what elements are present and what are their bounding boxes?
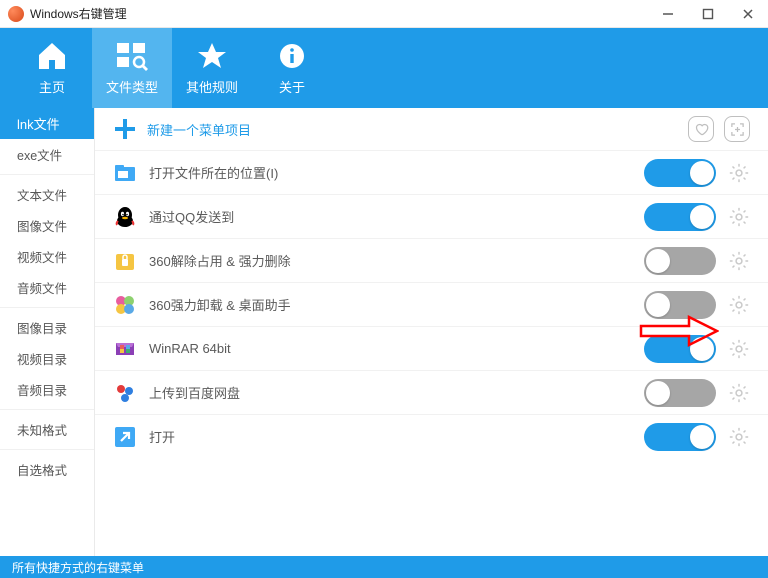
heart-icon [694,122,709,137]
gear-icon[interactable] [728,206,750,228]
gear-icon[interactable] [728,294,750,316]
folder-icon [113,161,137,185]
home-icon [35,41,69,71]
sidebar-item[interactable]: lnk文件 [0,108,94,139]
toggle-knob [646,293,670,317]
minimize-button[interactable] [648,0,688,28]
gear-icon[interactable] [728,338,750,360]
nav-other-rules[interactable]: 其他规则 [172,28,252,108]
toggle-switch[interactable] [644,423,716,451]
sidebar: lnk文件 exe文件 文本文件 图像文件 视频文件 音频文件 图像目录 视频目… [0,108,95,556]
nav-filetype[interactable]: 文件类型 [92,28,172,108]
app-icon [8,6,24,22]
nav-home[interactable]: 主页 [12,28,92,108]
nav-home-label: 主页 [39,77,65,96]
plus-icon [113,117,137,141]
gear-icon[interactable] [728,382,750,404]
maximize-button[interactable] [688,0,728,28]
info-icon [275,41,309,71]
open-icon [113,425,137,449]
menu-item-label: 360强力卸载 & 桌面助手 [149,295,644,314]
menu-item-row: 上传到百度网盘 [95,370,768,414]
divider [0,449,94,450]
menu-item-row: 打开 [95,414,768,458]
lock-icon [113,249,137,273]
flower-icon [113,293,137,317]
sidebar-item[interactable]: 视频文件 [0,241,94,272]
sidebar-item[interactable]: 图像目录 [0,312,94,343]
favorite-button[interactable] [688,116,714,142]
toggle-switch[interactable] [644,335,716,363]
toggle-switch[interactable] [644,291,716,319]
toggle-knob [690,337,714,361]
menu-item-label: 360解除占用 & 强力删除 [149,251,644,270]
divider [0,174,94,175]
sidebar-item[interactable]: 未知格式 [0,414,94,445]
status-text: 所有快捷方式的右键菜单 [12,559,144,576]
menu-item-label: 打开文件所在的位置(I) [149,163,644,182]
status-bar: 所有快捷方式的右键菜单 [0,556,768,578]
content-toolbar: 新建一个菜单项目 [95,108,768,150]
nav-other-label: 其他规则 [186,77,238,96]
toggle-switch[interactable] [644,159,716,187]
sidebar-item[interactable]: 视频目录 [0,343,94,374]
nav-about-label: 关于 [279,77,305,96]
menu-item-row: 360强力卸载 & 桌面助手 [95,282,768,326]
divider [0,409,94,410]
toggle-knob [646,381,670,405]
sidebar-item[interactable]: 文本文件 [0,179,94,210]
menu-item-row: WinRAR 64bit [95,326,768,370]
winrar-icon [113,337,137,361]
sidebar-item[interactable]: exe文件 [0,139,94,170]
close-button[interactable] [728,0,768,28]
sidebar-item[interactable]: 音频目录 [0,374,94,405]
toggle-knob [690,161,714,185]
menu-item-row: 打开文件所在的位置(I) [95,150,768,194]
top-nav: 主页 文件类型 其他规则 关于 [0,28,768,108]
toggle-knob [690,205,714,229]
add-new-item[interactable]: 新建一个菜单项目 [113,117,251,141]
target-button[interactable] [724,116,750,142]
nav-filetype-label: 文件类型 [106,77,158,96]
sidebar-item[interactable]: 图像文件 [0,210,94,241]
plus-target-icon [730,122,745,137]
star-icon [195,41,229,71]
toggle-switch[interactable] [644,247,716,275]
toggle-switch[interactable] [644,379,716,407]
content: 新建一个菜单项目 打开文件所在的位置(I) 通过QQ发送到 360解除占用 & 强力… [95,108,768,556]
gear-icon[interactable] [728,162,750,184]
menu-item-label: 打开 [149,427,644,446]
body: lnk文件 exe文件 文本文件 图像文件 视频文件 音频文件 图像目录 视频目… [0,108,768,556]
toggle-knob [690,425,714,449]
menu-item-label: 通过QQ发送到 [149,207,644,226]
menu-item-row: 360解除占用 & 强力删除 [95,238,768,282]
toggle-knob [646,249,670,273]
grid-search-icon [115,41,149,71]
sidebar-item[interactable]: 音频文件 [0,272,94,303]
menu-item-label: WinRAR 64bit [149,341,644,356]
sidebar-item[interactable]: 自选格式 [0,454,94,485]
menu-items-list: 打开文件所在的位置(I) 通过QQ发送到 360解除占用 & 强力删除 360强力卸载… [95,150,768,458]
qq-icon [113,205,137,229]
titlebar: Windows右键管理 [0,0,768,28]
baidu-icon [113,381,137,405]
menu-item-label: 上传到百度网盘 [149,383,644,402]
gear-icon[interactable] [728,250,750,272]
toggle-switch[interactable] [644,203,716,231]
window-title: Windows右键管理 [30,5,648,22]
nav-about[interactable]: 关于 [252,28,332,108]
menu-item-row: 通过QQ发送到 [95,194,768,238]
gear-icon[interactable] [728,426,750,448]
add-new-label: 新建一个菜单项目 [147,120,251,139]
divider [0,307,94,308]
